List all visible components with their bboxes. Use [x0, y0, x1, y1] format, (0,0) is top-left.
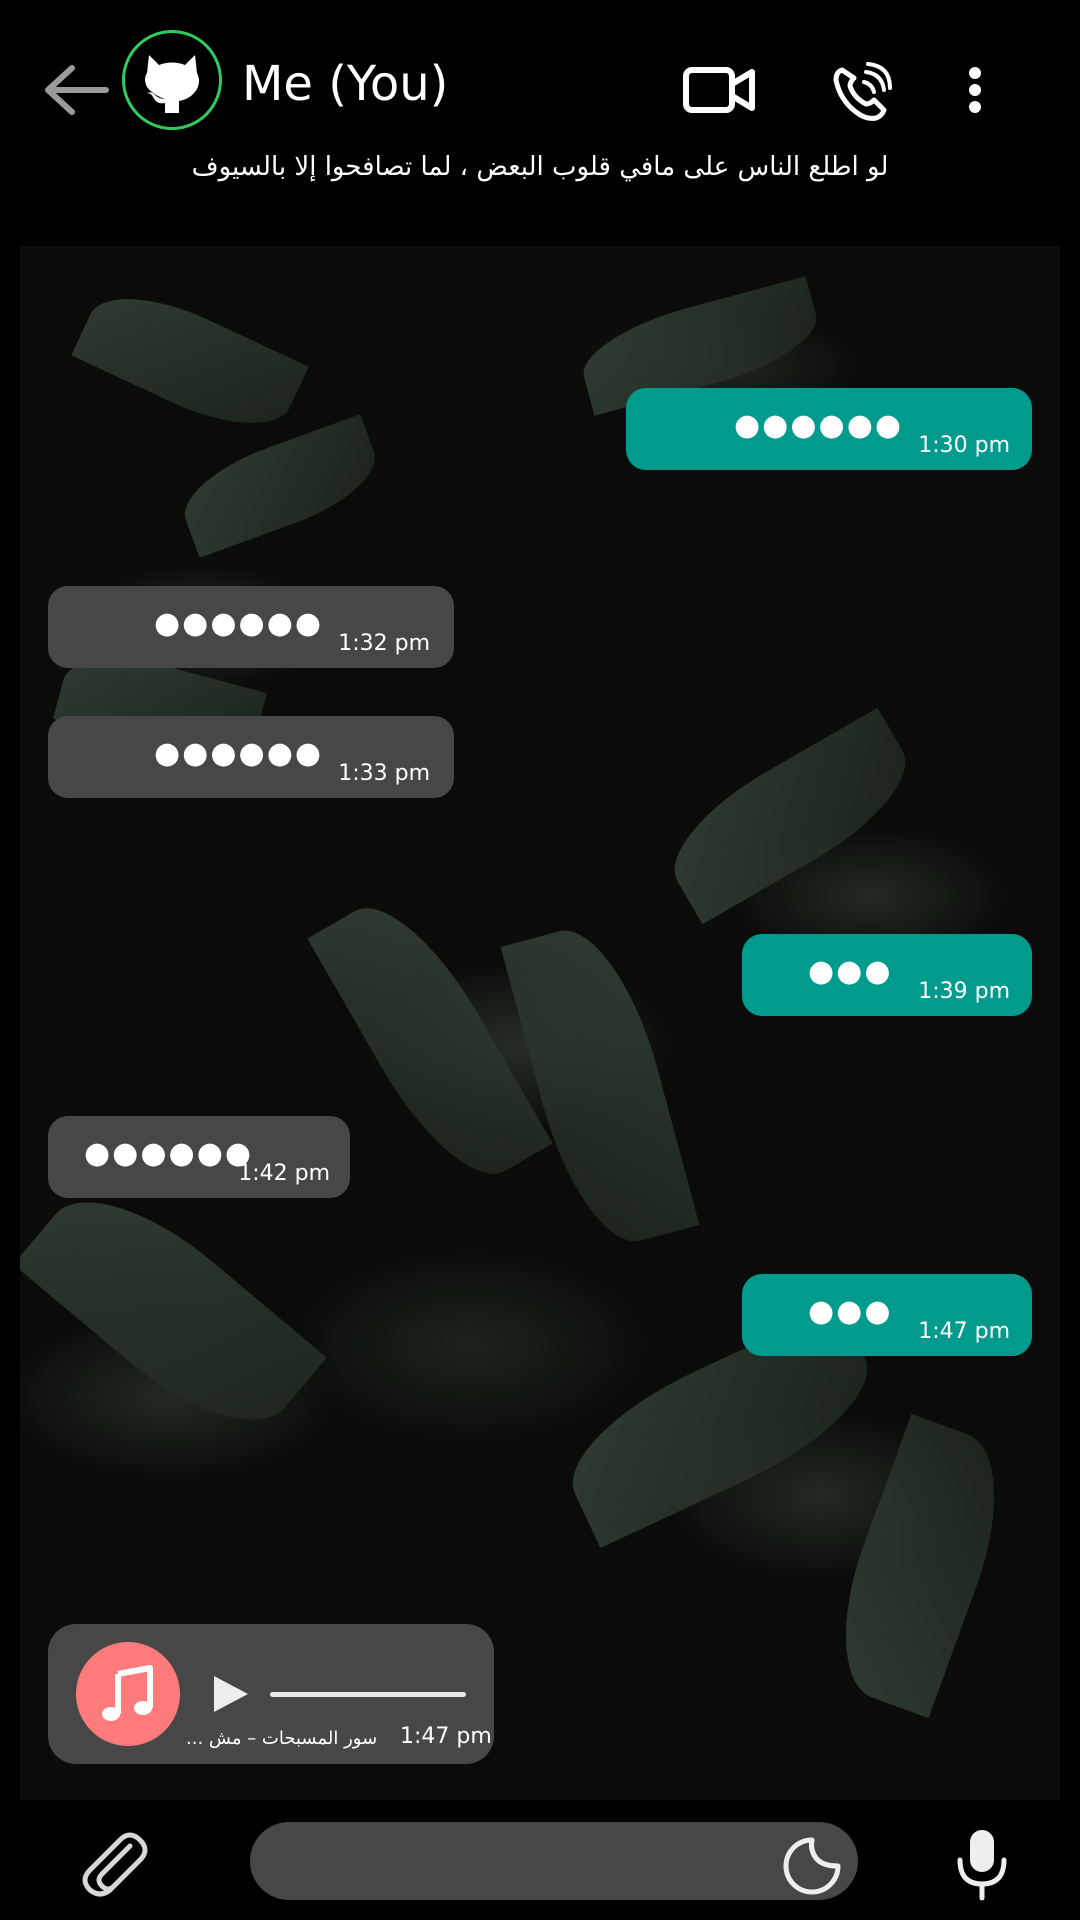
- message-text: ●●●●●●: [734, 408, 904, 443]
- audio-progress-track[interactable]: [270, 1692, 466, 1697]
- message-time: 1:39 pm: [918, 979, 1010, 1004]
- wallpaper-leaf: [652, 707, 928, 925]
- chat-header: Me (You) لو اطلع الناس على مافي قلوب الب…: [0, 0, 1080, 245]
- message-time: 1:33 pm: [338, 761, 430, 786]
- message-incoming[interactable]: ●●●●●● 1:33 pm: [48, 716, 454, 798]
- avatar[interactable]: [122, 30, 222, 130]
- message-text: ●●●: [808, 1294, 893, 1329]
- audio-time: 1:47 pm: [400, 1724, 492, 1749]
- message-time: 1:30 pm: [918, 433, 1010, 458]
- music-note-icon: [76, 1642, 180, 1746]
- message-text: ●●●: [808, 954, 893, 989]
- attach-paperclip-icon[interactable]: [78, 1828, 150, 1900]
- phone-call-icon[interactable]: [832, 62, 892, 122]
- back-arrow-icon[interactable]: [42, 60, 112, 120]
- message-time: 1:42 pm: [238, 1161, 330, 1186]
- message-incoming[interactable]: ●●●●●● 1:32 pm: [48, 586, 454, 668]
- wallpaper-leaf: [815, 1413, 1025, 1719]
- play-icon[interactable]: [208, 1672, 252, 1716]
- message-outgoing[interactable]: ●●● 1:39 pm: [742, 934, 1032, 1016]
- message-time: 1:47 pm: [918, 1319, 1010, 1344]
- message-text: ●●●●●●: [154, 736, 324, 771]
- message-input[interactable]: [250, 1822, 858, 1900]
- microphone-icon[interactable]: [956, 1828, 1008, 1902]
- video-call-icon[interactable]: [682, 64, 756, 116]
- chat-title[interactable]: Me (You): [242, 56, 448, 112]
- audio-message[interactable]: ... سور المسبحات – مش 1:47 pm: [48, 1624, 494, 1764]
- audio-caption: ... سور المسبحات – مش: [186, 1728, 378, 1749]
- sticker-icon[interactable]: [782, 1836, 842, 1896]
- composer-bar: [0, 1800, 1080, 1920]
- github-avatar-icon: [145, 55, 199, 113]
- more-options-icon[interactable]: [964, 66, 986, 114]
- message-text: ●●●●●●: [154, 606, 324, 641]
- chat-status-text: لو اطلع الناس على مافي قلوب البعض ، لما …: [191, 152, 889, 182]
- wallpaper-leaf: [172, 414, 388, 558]
- chat-wallpaper: [20, 246, 1060, 1800]
- wallpaper-leaf: [20, 1164, 327, 1458]
- message-text: ●●●●●●: [84, 1136, 254, 1171]
- message-time: 1:32 pm: [338, 631, 430, 656]
- message-incoming[interactable]: ●●●●●● 1:42 pm: [48, 1116, 350, 1198]
- wallpaper-leaf: [71, 273, 309, 449]
- message-outgoing[interactable]: ●●●●●● 1:30 pm: [626, 388, 1032, 470]
- wallpaper-leaf: [500, 915, 700, 1257]
- message-outgoing[interactable]: ●●● 1:47 pm: [742, 1274, 1032, 1356]
